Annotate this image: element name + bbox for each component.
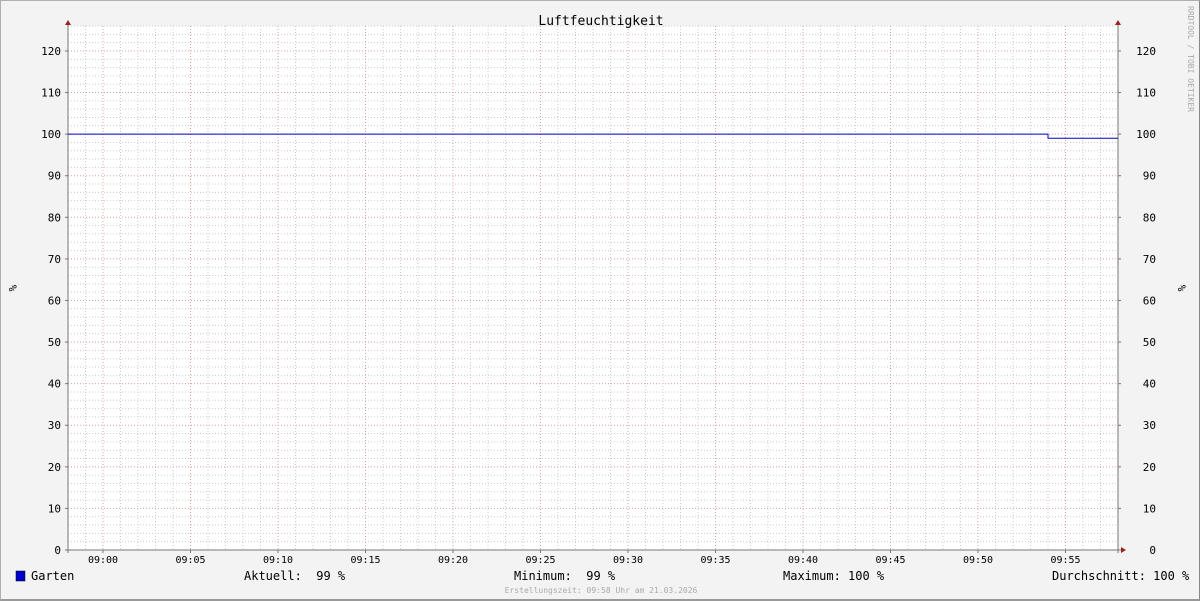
y-tick-label-left: 110 (41, 87, 61, 100)
y-tick-label-left: 70 (48, 253, 61, 266)
x-tick-label: 09:50 (963, 555, 993, 566)
y-tick-label-right: 80 (1143, 211, 1156, 224)
x-tick-label: 09:45 (875, 555, 905, 566)
x-tick-label: 09:05 (175, 555, 205, 566)
y-axis-label-left: % (6, 285, 19, 292)
y-tick-label-left: 100 (41, 128, 61, 141)
x-tick-label: 09:30 (613, 555, 643, 566)
y-tick-label-right: 110 (1136, 87, 1156, 100)
y-tick-label-right: 20 (1143, 461, 1156, 474)
y-tick-label-left: 120 (41, 45, 61, 58)
x-tick-label: 09:25 (525, 555, 555, 566)
x-tick-label: 09:40 (788, 555, 818, 566)
x-axis-arrow (1121, 547, 1126, 553)
y-tick-label-right: 50 (1143, 336, 1156, 349)
y-tick-label-right: 90 (1143, 170, 1156, 183)
y-tick-label-left: 90 (48, 170, 61, 183)
x-tick-label: 09:00 (88, 555, 118, 566)
y-tick-label-left: 40 (48, 378, 61, 391)
x-tick-label: 09:20 (438, 555, 468, 566)
legend-swatch-garten (15, 570, 26, 582)
y-axis-label-right: % (1175, 285, 1188, 292)
x-tick-label: 09:15 (350, 555, 380, 566)
legend-aktuell: Aktuell: 99 % (244, 569, 346, 583)
y-tick-label-right: 100 (1136, 128, 1156, 141)
x-tick-label: 09:10 (263, 555, 293, 566)
y-tick-label-left: 20 (48, 461, 61, 474)
y-tick-label-right: 60 (1143, 294, 1156, 307)
rrd-graph: 0 0 10 10 20 20 30 30 40 40 50 50 60 60 70 70 80 80 90 90 10… (0, 0, 1200, 601)
chart-svg: 0 0 10 10 20 20 30 30 40 40 50 50 60 60 70 70 80 80 90 90 10… (6, 6, 1195, 595)
watermark: RRDTOOL / TOBI OETIKER (1186, 6, 1195, 112)
chart-title: Luftfeuchtigkeit (538, 14, 663, 29)
y-tick-label-right: 40 (1143, 378, 1156, 391)
legend-minimum: Minimum: 99 % (514, 569, 616, 583)
y-tick-label-left: 60 (48, 294, 61, 307)
y-tick-label-left: 10 (48, 502, 61, 515)
y-tick-label-left: 30 (48, 419, 61, 432)
x-tick-label: 09:55 (1050, 555, 1080, 566)
y-tick-label-left: 50 (48, 336, 61, 349)
y-tick-label-right: 70 (1143, 253, 1156, 266)
legend-durchschnitt: Durchschnitt: 100 % (1052, 569, 1190, 583)
y-axis-arrow-left (65, 20, 71, 25)
y-tick-label-right: 120 (1136, 45, 1156, 58)
y-tick-label-right: 30 (1143, 419, 1156, 432)
y-axis-arrow-right (1115, 20, 1121, 25)
x-tick-label: 09:35 (700, 555, 730, 566)
legend-label-garten: Garten (31, 569, 74, 583)
y-tick-label-right: 0 (1149, 544, 1156, 557)
y-tick-label-right: 10 (1143, 502, 1156, 515)
footer-timestamp: Erstellungszeit: 09:58 Uhr am 21.03.2026 (505, 586, 698, 595)
y-tick-label-left: 0 (54, 544, 61, 557)
y-tick-label-left: 80 (48, 211, 61, 224)
legend-maximum: Maximum: 100 % (783, 569, 885, 583)
